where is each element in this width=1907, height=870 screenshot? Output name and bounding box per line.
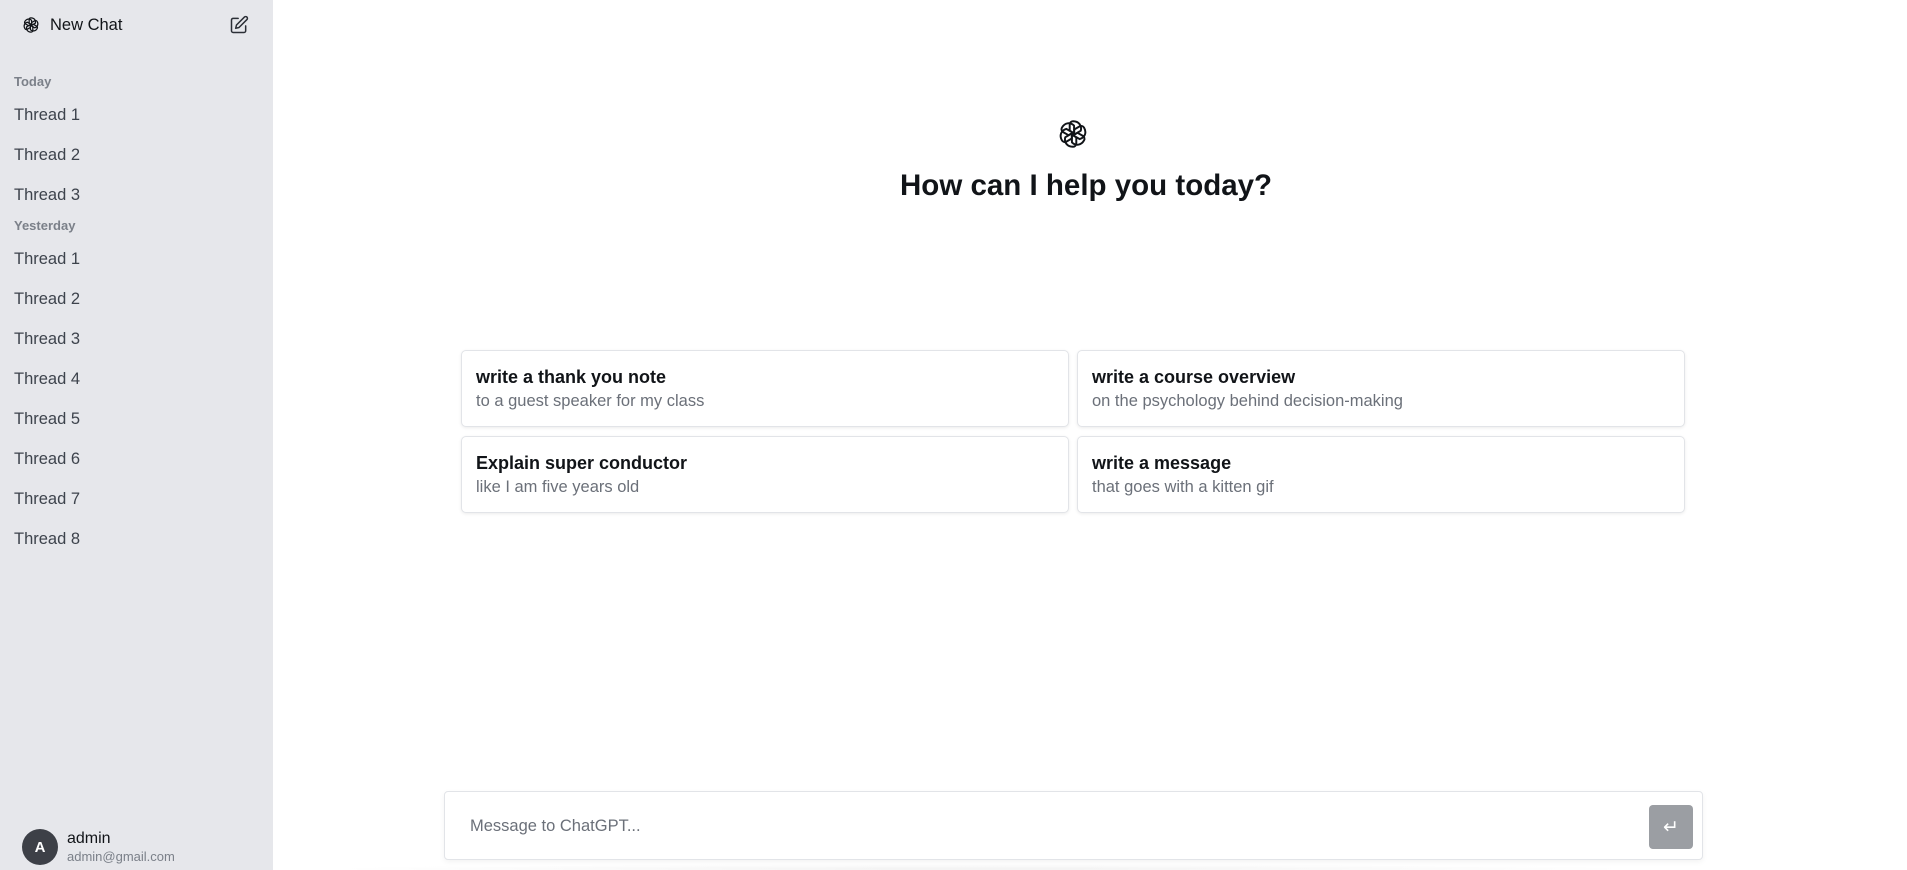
suggestion-subtitle: to a guest speaker for my class <box>476 392 705 410</box>
section-label-yesterday: Yesterday <box>14 217 76 233</box>
thread-item[interactable]: Thread 1 <box>0 95 273 135</box>
thread-item[interactable]: Thread 6 <box>0 439 273 479</box>
openai-logo-icon <box>1055 116 1091 152</box>
suggestion-title: write a thank you note <box>476 367 667 387</box>
user-name: admin <box>67 830 111 847</box>
send-button[interactable]: ↵ <box>1649 805 1693 849</box>
openai-logo-icon <box>21 15 41 35</box>
message-composer: ↵ <box>444 791 1703 860</box>
suggestion-title: write a message <box>1092 453 1232 473</box>
composer-shadow <box>317 864 1647 870</box>
thread-item[interactable]: Thread 1 <box>0 239 273 279</box>
suggestion-card[interactable]: write a thank you note to a guest speake… <box>461 350 1069 427</box>
new-chat-button[interactable]: New Chat <box>21 15 122 35</box>
suggestion-card[interactable]: write a message that goes with a kitten … <box>1077 436 1685 513</box>
sidebar-header: New Chat <box>0 0 273 50</box>
user-email: admin@gmail.com <box>67 849 175 864</box>
user-profile[interactable]: A admin admin@gmail.com <box>22 829 175 865</box>
avatar: A <box>22 829 58 865</box>
suggestion-title: Explain super conductor <box>476 453 688 473</box>
new-chat-label: New Chat <box>50 15 123 34</box>
thread-item[interactable]: Thread 4 <box>0 359 273 399</box>
main-panel: How can I help you today? write a thank … <box>273 0 1907 870</box>
suggestion-card[interactable]: write a course overview on the psycholog… <box>1077 350 1685 427</box>
greeting-heading-wrap: How can I help you today? <box>900 169 1272 203</box>
compose-icon[interactable] <box>229 15 249 35</box>
thread-item[interactable]: Thread 8 <box>0 519 273 559</box>
suggestion-title: write a course overview <box>1092 367 1296 387</box>
suggestion-subtitle: on the psychology behind decision-making <box>1092 392 1403 410</box>
thread-item[interactable]: Thread 5 <box>0 399 273 439</box>
section-label-today: Today <box>14 73 52 89</box>
thread-item[interactable]: Thread 2 <box>0 135 273 175</box>
thread-item[interactable]: Thread 7 <box>0 479 273 519</box>
thread-item[interactable]: Thread 3 <box>0 319 273 359</box>
thread-item[interactable]: Thread 2 <box>0 279 273 319</box>
suggestion-subtitle: that goes with a kitten gif <box>1092 478 1274 496</box>
greeting-heading: How can I help you today? <box>900 169 1273 202</box>
app: New Chat Today Thread 1 Thread 2 Thread … <box>0 0 1907 870</box>
enter-icon: ↵ <box>1663 816 1679 838</box>
suggestion-grid: write a thank you note to a guest speake… <box>461 350 1685 513</box>
sidebar: New Chat Today Thread 1 Thread 2 Thread … <box>0 0 273 870</box>
user-info: admin admin@gmail.com <box>67 829 175 865</box>
thread-item[interactable]: Thread 3 <box>0 175 273 215</box>
suggestion-subtitle: like I am five years old <box>476 478 640 496</box>
suggestion-card[interactable]: Explain super conductor like I am five y… <box>461 436 1069 513</box>
message-input[interactable] <box>470 813 1620 839</box>
